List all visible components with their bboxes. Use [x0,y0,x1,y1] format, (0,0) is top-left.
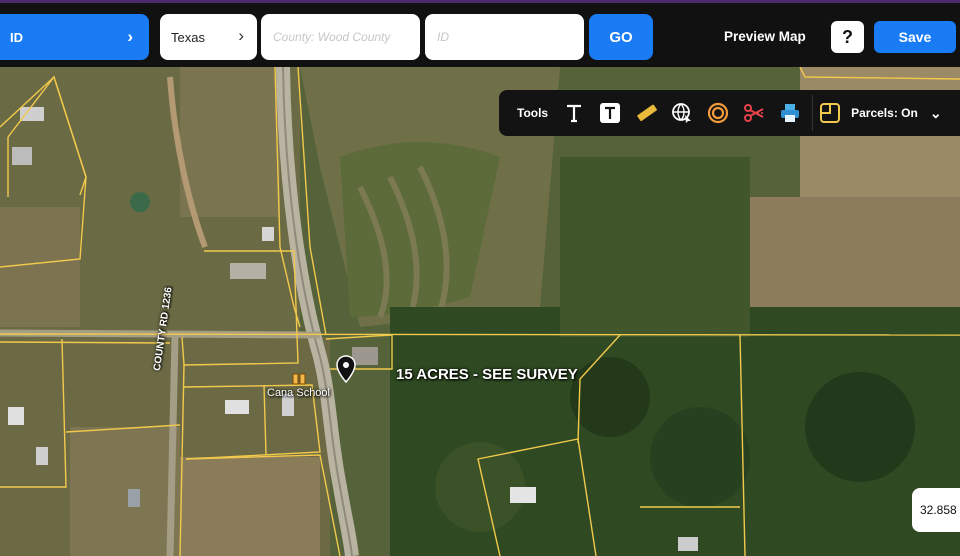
cut-tool-button[interactable] [736,95,772,131]
acreage-label: 15 ACRES - SEE SURVEY [396,366,578,383]
state-select-label: Texas [171,29,205,45]
satellite-map[interactable]: 15 ACRES - SEE SURVEY Cana School COUNTY… [0,67,960,556]
parcels-icon [820,103,841,123]
preview-map-button[interactable]: Preview Map [724,29,806,44]
id-input[interactable] [425,14,584,60]
search-type-label: ID [10,29,23,45]
print-tool-button[interactable] [772,95,808,131]
help-button[interactable]: ? [831,21,864,53]
tools-label: Tools [517,106,549,120]
parcels-toggle-label: Parcels: On [851,106,918,120]
map-imagery [0,67,960,556]
ruler-icon [637,104,658,122]
radius-tool-button[interactable] [700,95,736,131]
school-icon [292,373,306,385]
go-button[interactable]: GO [589,14,653,60]
globe-cursor-icon [672,103,692,123]
coordinate-readout: 32.858 [912,488,960,532]
radius-icon [708,102,729,124]
state-select[interactable]: Texas › [160,14,257,60]
chevron-right-icon: › [238,26,244,45]
parcels-toggle[interactable]: Parcels: On ⌄ [819,102,942,124]
save-button[interactable]: Save [874,21,956,53]
tools-panel: Tools Parcels: On ⌄ [499,90,960,136]
text-tool-button[interactable] [556,95,592,131]
cut-icon [744,104,765,122]
location-pin-icon[interactable] [336,355,356,383]
county-input[interactable] [261,14,420,60]
text-box-icon [600,103,621,123]
print-icon [781,104,800,122]
globe-tool-button[interactable] [664,95,700,131]
chevron-down-icon: ⌄ [929,104,942,121]
search-type-select[interactable]: ID › [0,14,149,60]
measure-tool-button[interactable] [628,95,664,131]
top-toolbar: ID › Texas › GO Preview Map ? Save [0,0,960,67]
text-icon [567,104,582,123]
tools-divider [812,95,814,131]
chevron-right-icon: › [127,27,133,46]
school-label: Cana School [267,387,330,399]
text-box-tool-button[interactable] [592,95,628,131]
